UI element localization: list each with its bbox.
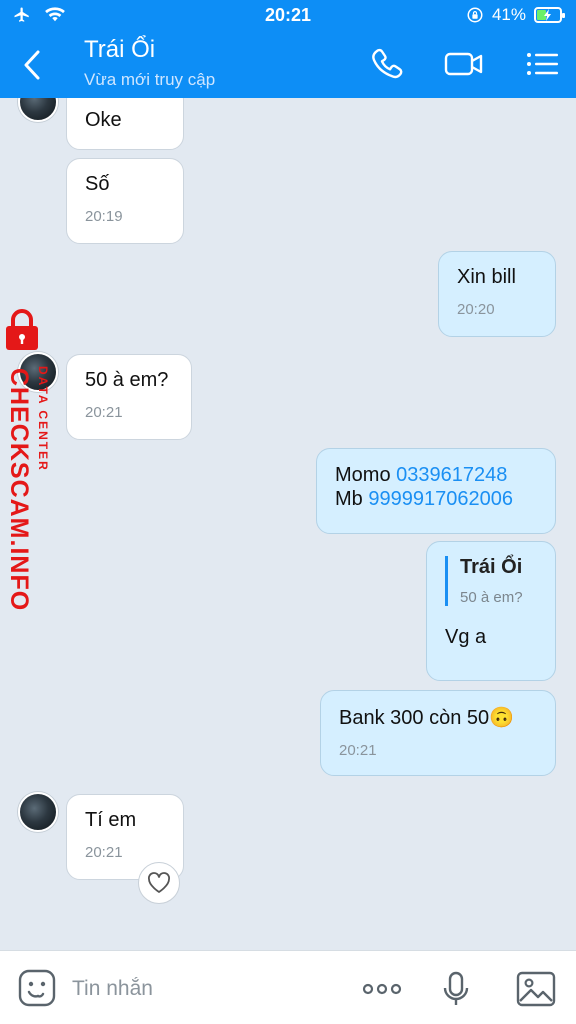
- contact-avatar[interactable]: [18, 98, 58, 122]
- watermark-brand: CHECKSCAM.INFO: [5, 368, 33, 612]
- message-text: Tí em: [85, 809, 137, 831]
- watermark: CHECKSCAM.INFO DATA CENTER: [0, 308, 70, 611]
- heart-icon: [148, 872, 170, 893]
- message-line: Mb 9999917062006: [335, 487, 537, 511]
- more-options-button[interactable]: [360, 971, 404, 1007]
- message-time: 20:21: [339, 742, 377, 759]
- quoted-message[interactable]: Trái Ổi 50 à em?: [445, 556, 537, 606]
- message-text: 50 à em?: [85, 369, 169, 391]
- message-outgoing[interactable]: Bank 300 còn 50🙃 20:21: [320, 690, 556, 776]
- message-input[interactable]: [72, 973, 342, 1005]
- quoted-author: Trái Ổi: [460, 556, 523, 578]
- status-bar: 20:21 41%: [0, 0, 576, 30]
- message-time: 20:21: [85, 844, 123, 861]
- sticker-button[interactable]: [18, 969, 56, 1007]
- upside-down-face-emoji: 🙃: [489, 707, 515, 729]
- phone-number-link[interactable]: 0339617248: [396, 464, 507, 486]
- quoted-text: 50 à em?: [460, 589, 523, 606]
- message-outgoing[interactable]: Momo 0339617248 Mb 9999917062006: [316, 448, 556, 534]
- account-number-link[interactable]: 9999917062006: [368, 488, 513, 510]
- message-text: Momo: [335, 464, 397, 486]
- contact-name[interactable]: Trái Ổi: [84, 36, 155, 64]
- message-outgoing[interactable]: Xin bill 20:20: [438, 251, 556, 337]
- header-bar: 20:21 41% Trái Ổi Vừa mới truy cập: [0, 0, 576, 98]
- lock-icon: [6, 309, 38, 350]
- chat-area[interactable]: Oke Số 20:19 Xin bill 20:20 50 à em? 20:…: [0, 98, 576, 950]
- message-line: Momo 0339617248: [335, 463, 537, 487]
- back-button[interactable]: [18, 48, 48, 82]
- message-outgoing-reply[interactable]: Trái Ổi 50 à em? Vg a: [426, 541, 556, 681]
- message-text: Số: [85, 173, 110, 195]
- message-text: Bank 300 còn 50: [339, 707, 490, 729]
- menu-list-button[interactable]: [522, 46, 562, 82]
- message-text: Oke: [85, 109, 122, 131]
- message-text: Vg a: [445, 626, 487, 648]
- composer-bar: [0, 950, 576, 1024]
- battery-percent: 41%: [491, 5, 526, 24]
- phone-call-button[interactable]: [368, 46, 408, 82]
- message-incoming[interactable]: Số 20:19: [66, 158, 184, 244]
- contact-status: Vừa mới truy cập: [84, 70, 216, 89]
- message-time: 20:19: [85, 208, 123, 225]
- image-attach-button[interactable]: [516, 971, 556, 1007]
- message-time: 20:20: [457, 301, 495, 318]
- message-incoming[interactable]: Oke: [66, 98, 184, 150]
- contact-avatar[interactable]: [18, 792, 58, 832]
- message-incoming[interactable]: 50 à em? 20:21: [66, 354, 192, 440]
- message-text: Mb: [335, 488, 369, 510]
- watermark-tagline: DATA CENTER: [36, 366, 50, 472]
- rotation-lock-icon: [467, 7, 483, 23]
- message-text: Xin bill: [457, 266, 516, 288]
- voice-record-button[interactable]: [440, 971, 472, 1007]
- react-heart-button[interactable]: [138, 862, 180, 904]
- battery-icon: [534, 7, 565, 23]
- message-time: 20:21: [85, 404, 123, 421]
- video-call-button[interactable]: [444, 46, 484, 82]
